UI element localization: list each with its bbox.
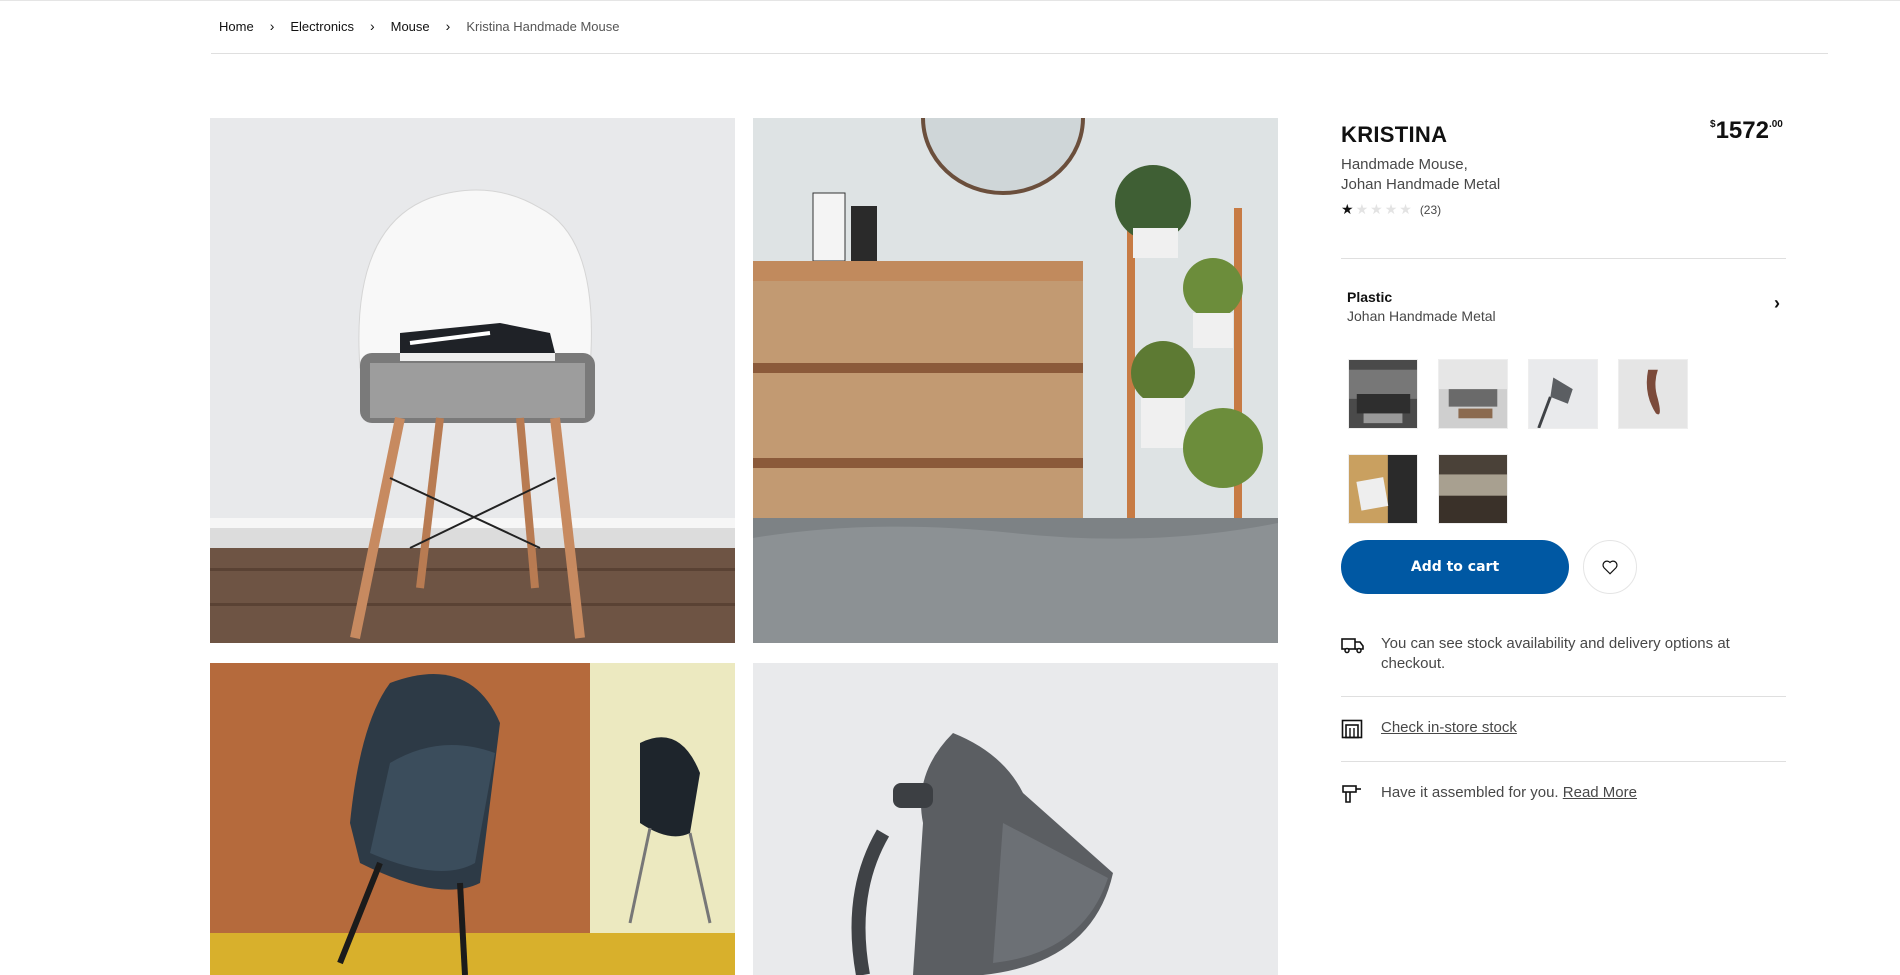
breadcrumb-electronics[interactable]: Electronics [290, 19, 354, 34]
price-whole: 1572 [1715, 117, 1769, 144]
gallery-image-chair-shoes[interactable] [210, 118, 735, 643]
thumb-office-hall[interactable] [1438, 454, 1508, 524]
assembly-row: Have it assembled for you. Read More [1341, 783, 1786, 805]
chevron-right-icon: › [1774, 293, 1780, 313]
variant-selector[interactable]: Plastic Johan Handmade Metal › [1341, 275, 1786, 335]
assembly-text: Have it assembled for you. [1381, 784, 1563, 801]
store-stock-row: Check in-store stock [1341, 718, 1786, 740]
product-price: $ 1572 .00 [1710, 117, 1783, 145]
thumb-living-room-dark[interactable] [1348, 359, 1418, 429]
variant-title: Plastic [1347, 289, 1393, 305]
add-to-cart-button[interactable]: Add to cart [1341, 540, 1569, 594]
breadcrumb: Home › Electronics › Mouse › Kristina Ha… [219, 18, 620, 34]
breadcrumb-separator: › [369, 18, 375, 34]
gallery-image-dresser-plants[interactable] [753, 118, 1278, 643]
product-subtitle: Handmade Mouse, Johan Handmade Metal [1341, 155, 1500, 195]
variant-subtitle: Johan Handmade Metal [1347, 308, 1496, 324]
divider [1341, 696, 1786, 697]
delivery-info: You can see stock availability and deliv… [1341, 634, 1786, 674]
heart-icon [1602, 560, 1618, 575]
check-store-stock-link[interactable]: Check in-store stock [1381, 718, 1517, 738]
favorite-button[interactable] [1583, 540, 1637, 594]
star-empty-icon: ★ [1355, 201, 1369, 217]
star-empty-icon: ★ [1370, 201, 1383, 217]
delivery-text: You can see stock availability and deliv… [1381, 635, 1730, 672]
price-cents: .00 [1768, 119, 1783, 130]
star-empty-icon: ★ [1399, 201, 1412, 217]
thumb-lamp[interactable] [1528, 359, 1598, 429]
product-subtitle-line2: Johan Handmade Metal [1341, 176, 1501, 193]
gallery-image-blue-chairs[interactable] [210, 663, 735, 975]
thumb-book-table[interactable] [1348, 454, 1418, 524]
truck-icon [1341, 634, 1367, 656]
rating-count: (23) [1419, 202, 1442, 217]
product-name: KRISTINA [1341, 122, 1448, 147]
divider [1341, 258, 1786, 259]
drill-icon [1341, 783, 1367, 805]
gallery-image-grey-lamp[interactable] [753, 663, 1278, 975]
breadcrumb-separator: › [445, 18, 451, 34]
breadcrumb-separator: › [269, 18, 275, 34]
read-more-link[interactable]: Read More [1563, 784, 1637, 801]
store-icon [1341, 718, 1367, 740]
divider [1341, 761, 1786, 762]
thumb-hanging-rope[interactable] [1618, 359, 1688, 429]
breadcrumb-current: Kristina Handmade Mouse [466, 18, 620, 34]
star-filled-icon: ★ [1341, 201, 1354, 217]
breadcrumb-mouse[interactable]: Mouse [391, 19, 430, 34]
rating-stars: ★ ★ ★ ★ ★ [1341, 201, 1412, 218]
breadcrumb-divider [211, 53, 1828, 54]
star-empty-icon: ★ [1384, 201, 1398, 217]
product-rating[interactable]: ★ ★ ★ ★ ★ (23) [1341, 201, 1441, 218]
breadcrumb-home[interactable]: Home [219, 19, 254, 34]
top-border [0, 0, 1900, 1]
thumb-living-room-sofa[interactable] [1438, 359, 1508, 429]
product-subtitle-line1: Handmade Mouse, [1341, 156, 1468, 173]
